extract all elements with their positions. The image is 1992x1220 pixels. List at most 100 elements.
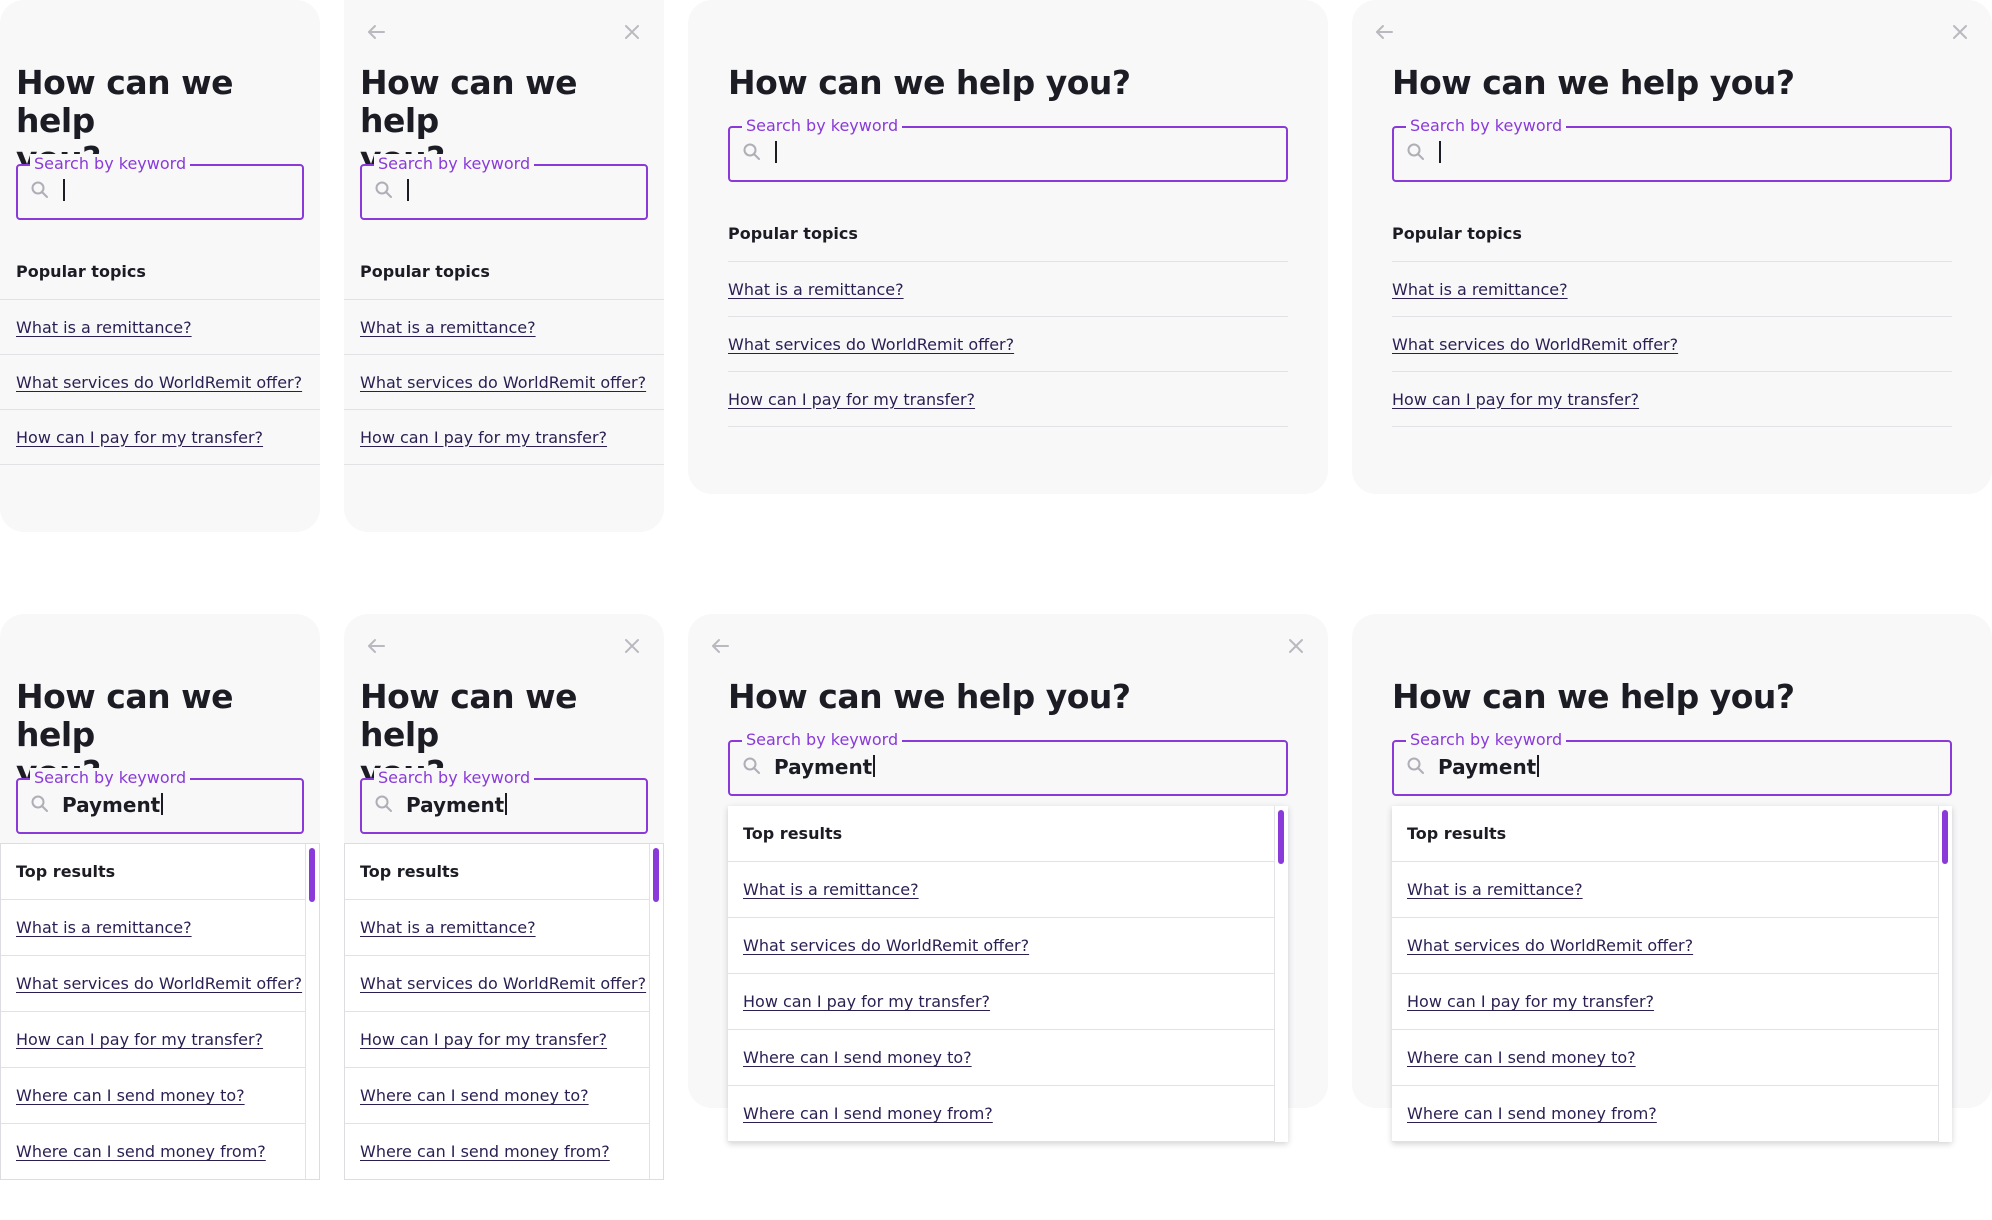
topic-link[interactable]: How can I pay for my transfer? — [1392, 390, 1639, 409]
topic-link[interactable]: How can I pay for my transfer? — [16, 428, 263, 447]
topic-link[interactable]: How can I pay for my transfer? — [360, 428, 607, 447]
close-icon[interactable] — [1282, 632, 1310, 660]
search-field[interactable]: Search by keyword — [728, 116, 1288, 182]
result-link[interactable]: What is a remittance? — [743, 880, 919, 899]
topic-link[interactable]: What is a remittance? — [360, 318, 536, 337]
result-link[interactable]: What services do WorldRemit offer? — [16, 974, 302, 993]
popular-topics-heading: Popular topics — [1392, 224, 1522, 243]
text-caret — [1537, 755, 1540, 777]
scrollbar-thumb[interactable] — [1278, 810, 1284, 864]
topic-link[interactable]: What is a remittance? — [728, 280, 904, 299]
list-item: What services do WorldRemit offer? — [1392, 918, 1938, 974]
scrollbar-thumb[interactable] — [1942, 810, 1948, 864]
search-results-dropdown: Top results What is a remittance? What s… — [344, 843, 664, 1180]
results-heading: Top results — [1, 844, 305, 900]
search-label: Search by keyword — [30, 768, 191, 788]
popular-topics-heading: Popular topics — [360, 262, 490, 281]
topic-link[interactable]: What is a remittance? — [16, 318, 192, 337]
result-link[interactable]: Where can I send money to? — [1407, 1048, 1636, 1067]
result-link[interactable]: What is a remittance? — [360, 918, 536, 937]
title-line-1: How can we help — [16, 63, 233, 140]
result-link[interactable]: What is a remittance? — [1407, 880, 1583, 899]
search-input[interactable] — [406, 178, 409, 204]
results-scrollbar[interactable] — [1275, 806, 1288, 1142]
result-link[interactable]: How can I pay for my transfer? — [16, 1030, 263, 1049]
result-link[interactable]: Where can I send money from? — [360, 1142, 610, 1161]
list-item: How can I pay for my transfer? — [344, 410, 664, 465]
title-line-1: How can we help — [360, 63, 577, 140]
list-item: How can I pay for my transfer? — [1392, 974, 1938, 1030]
result-link[interactable]: What is a remittance? — [16, 918, 192, 937]
result-link[interactable]: Where can I send money from? — [1407, 1104, 1657, 1123]
search-field[interactable]: Search by keyword Payment — [728, 730, 1288, 796]
result-link[interactable]: What services do WorldRemit offer? — [360, 974, 646, 993]
help-panel-narrow-empty: How can we help you? Search by keyword P… — [0, 0, 320, 532]
search-input[interactable] — [774, 140, 777, 166]
search-label: Search by keyword — [742, 116, 903, 136]
topic-link[interactable]: What services do WorldRemit offer? — [1392, 335, 1678, 354]
list-item: What is a remittance? — [1392, 262, 1952, 317]
result-link[interactable]: Where can I send money from? — [743, 1104, 993, 1123]
topic-link[interactable]: What services do WorldRemit offer? — [360, 373, 646, 392]
search-field[interactable]: Search by keyword — [16, 154, 304, 220]
search-field[interactable]: Search by keyword — [360, 154, 648, 220]
search-icon — [374, 794, 394, 814]
list-item: Where can I send money to? — [345, 1068, 649, 1124]
results-scrollbar[interactable] — [650, 844, 663, 1179]
search-field[interactable]: Search by keyword Payment — [16, 768, 304, 834]
topic-link[interactable]: What is a remittance? — [1392, 280, 1568, 299]
search-input[interactable]: Payment — [406, 792, 508, 818]
search-label: Search by keyword — [1406, 730, 1567, 750]
search-input[interactable] — [1438, 140, 1441, 166]
search-field[interactable]: Search by keyword — [1392, 116, 1952, 182]
result-link[interactable]: What services do WorldRemit offer? — [1407, 936, 1693, 955]
topic-link[interactable]: What services do WorldRemit offer? — [728, 335, 1014, 354]
result-link[interactable]: Where can I send money to? — [743, 1048, 972, 1067]
list-item: What services do WorldRemit offer? — [1392, 317, 1952, 372]
result-link[interactable]: How can I pay for my transfer? — [743, 992, 990, 1011]
result-link[interactable]: Where can I send money from? — [16, 1142, 266, 1161]
result-link[interactable]: How can I pay for my transfer? — [1407, 992, 1654, 1011]
arrow-left-icon[interactable] — [1370, 18, 1398, 46]
list-item: How can I pay for my transfer? — [1392, 372, 1952, 427]
results-scrollbar[interactable] — [306, 844, 319, 1179]
help-panel-narrow-results: How can we help you? Search by keyword P… — [0, 614, 320, 1180]
search-input[interactable] — [62, 178, 65, 204]
list-item: Where can I send money from? — [1, 1124, 305, 1179]
list-item: Where can I send money to? — [1, 1068, 305, 1124]
search-input[interactable]: Payment — [1438, 754, 1540, 780]
search-icon — [1406, 756, 1426, 776]
search-input[interactable]: Payment — [774, 754, 876, 780]
scrollbar-thumb[interactable] — [653, 848, 659, 902]
close-icon[interactable] — [618, 632, 646, 660]
help-panel-narrow-results-nav: How can we help you? Search by keyword P… — [344, 614, 664, 1180]
search-icon — [30, 180, 50, 200]
arrow-left-icon[interactable] — [706, 632, 734, 660]
result-link[interactable]: How can I pay for my transfer? — [360, 1030, 607, 1049]
popular-topics-list: What is a remittance? What services do W… — [0, 299, 320, 465]
search-input[interactable]: Payment — [62, 792, 164, 818]
list-item: What is a remittance? — [1, 900, 305, 956]
topic-link[interactable]: How can I pay for my transfer? — [728, 390, 975, 409]
arrow-left-icon[interactable] — [362, 632, 390, 660]
topic-link[interactable]: What services do WorldRemit offer? — [16, 373, 302, 392]
list-item: Where can I send money from? — [728, 1086, 1274, 1142]
close-icon[interactable] — [1946, 18, 1974, 46]
text-caret — [407, 179, 409, 201]
list-item: What services do WorldRemit offer? — [344, 355, 664, 410]
search-label: Search by keyword — [374, 154, 535, 174]
close-icon[interactable] — [618, 18, 646, 46]
results-scrollbar[interactable] — [1939, 806, 1952, 1142]
results-list: Top results What is a remittance? What s… — [728, 806, 1275, 1142]
search-label: Search by keyword — [742, 730, 903, 750]
arrow-left-icon[interactable] — [362, 18, 390, 46]
page-title: How can we help you? — [728, 63, 1131, 102]
list-item: How can I pay for my transfer? — [1, 1012, 305, 1068]
results-list: Top results What is a remittance? What s… — [1392, 806, 1939, 1142]
search-field[interactable]: Search by keyword Payment — [360, 768, 648, 834]
result-link[interactable]: Where can I send money to? — [16, 1086, 245, 1105]
result-link[interactable]: Where can I send money to? — [360, 1086, 589, 1105]
result-link[interactable]: What services do WorldRemit offer? — [743, 936, 1029, 955]
search-field[interactable]: Search by keyword Payment — [1392, 730, 1952, 796]
scrollbar-thumb[interactable] — [309, 848, 315, 902]
